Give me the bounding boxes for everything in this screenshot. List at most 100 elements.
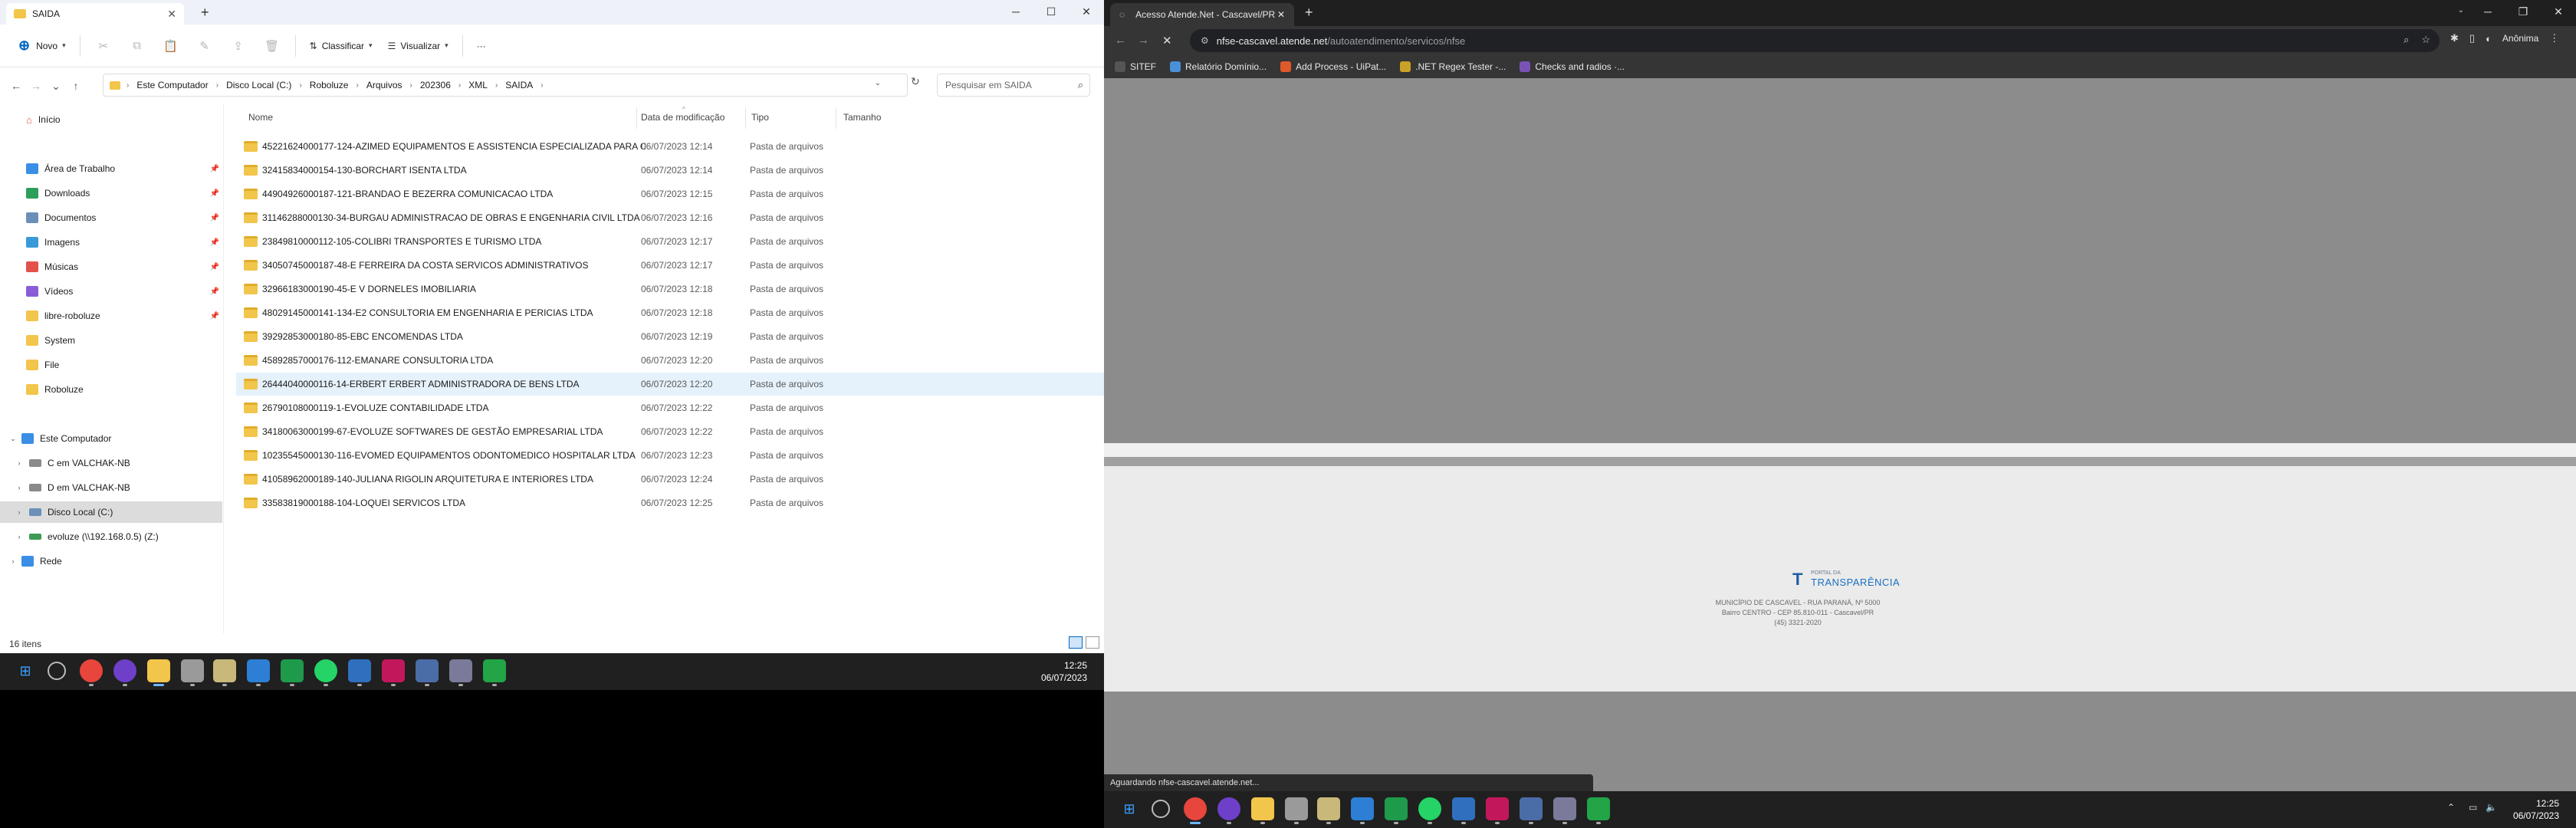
bookmark-item[interactable]: SITEF <box>1115 61 1156 72</box>
bookmark-item[interactable]: Add Process - UiPat... <box>1280 61 1386 72</box>
terminal-icon[interactable] <box>1587 797 1610 824</box>
file-row[interactable]: 34050745000187-48-E FERREIRA DA COSTA SE… <box>236 254 1127 277</box>
file-row[interactable]: 32966183000190-45-E V DORNELES IMOBILIAR… <box>236 278 1127 301</box>
file-row[interactable]: 23849810000112-105-COLIBRI TRANSPORTES E… <box>236 230 1127 253</box>
breadcrumb-arquivos[interactable]: Arquivos <box>366 80 402 90</box>
tool-icon[interactable] <box>1553 797 1576 824</box>
file-row[interactable]: 48029145000141-134-E2 CONSULTORIA EM ENG… <box>236 301 1127 324</box>
sidebar-item-quick-access[interactable]: Downloads 📌 <box>0 182 222 204</box>
chevron-down-icon[interactable]: ⌄ <box>8 435 18 443</box>
file-row[interactable]: 34180063000199-67-EVOLUZE SOFTWARES DE G… <box>236 420 1127 443</box>
pin-icon[interactable]: 📌 <box>210 214 219 222</box>
pin-icon[interactable]: 📌 <box>210 238 219 247</box>
terminal-icon[interactable] <box>483 659 506 686</box>
volume-icon[interactable]: 🔈 <box>2486 802 2497 813</box>
chevron-down-icon[interactable]: ⌄ <box>875 79 881 87</box>
pin-icon[interactable]: 📌 <box>210 189 219 198</box>
profile-label[interactable]: Anônima <box>2502 33 2538 44</box>
transparency-portal-logo[interactable]: T PORTAL DA TRANSPARÊNCIA <box>1792 570 1900 589</box>
tiles-view-button[interactable] <box>1086 636 1099 649</box>
file-row[interactable]: 41058962000189-140-JULIANA RIGOLIN ARQUI… <box>236 468 1127 491</box>
rename-icon[interactable]: ✎ <box>188 32 222 60</box>
delete-icon[interactable]: 🗑 <box>255 32 289 60</box>
bookmark-star-icon[interactable]: ☆ <box>2421 34 2430 46</box>
breadcrumb-roboluze[interactable]: Roboluze <box>310 80 349 90</box>
sidebar-item-quick-access[interactable]: Documentos 📌 <box>0 207 222 228</box>
pin-icon[interactable]: 📌 <box>210 288 219 296</box>
menu-icon[interactable]: ⋮ <box>2549 32 2559 44</box>
close-tab-icon[interactable]: ✕ <box>167 8 176 21</box>
file-explorer-icon[interactable] <box>1251 797 1274 824</box>
breadcrumb-this-pc[interactable]: Este Computador <box>136 80 208 90</box>
document-icon[interactable] <box>213 659 236 686</box>
breadcrumb-saida[interactable]: SAIDA <box>505 80 533 90</box>
chrome-tab[interactable]: ◌ Acesso Atende.Net - Cascavel/PR ✕ <box>1110 3 1294 26</box>
file-row[interactable]: 32415834000154-130-BORCHART ISENTA LTDA 0… <box>236 159 1127 182</box>
chevron-right-icon[interactable]: › <box>8 557 18 565</box>
github-icon[interactable] <box>113 659 136 686</box>
network-tray-icon[interactable]: ▭ <box>2469 802 2477 813</box>
breadcrumb-disk[interactable]: Disco Local (C:) <box>226 80 291 90</box>
search-circle-icon[interactable] <box>48 662 66 680</box>
close-window-button[interactable]: ✕ <box>2541 0 2576 23</box>
pin-icon[interactable]: 📌 <box>210 312 219 320</box>
recent-chevron-icon[interactable]: ⌄ <box>46 80 66 93</box>
sidebar-item-this-pc[interactable]: ⌄ Este Computador <box>0 428 222 449</box>
onenote-icon[interactable] <box>382 659 405 686</box>
breadcrumb-xml[interactable]: XML <box>468 80 488 90</box>
chevron-right-icon[interactable]: › <box>14 484 25 491</box>
sidebar-item-local-disk[interactable]: › Disco Local (C:) <box>0 501 222 523</box>
notepad-icon[interactable] <box>181 659 204 686</box>
breadcrumb-202306[interactable]: 202306 <box>420 80 451 90</box>
sidebar-item-quick-access[interactable]: System <box>0 330 222 351</box>
sidebar-item-quick-access[interactable]: libre-roboluze 📌 <box>0 305 222 327</box>
chrome-icon[interactable] <box>1184 797 1207 824</box>
address-bar[interactable]: ⚙ nfse-cascavel.atende.net /autoatendime… <box>1190 29 2440 52</box>
file-row[interactable]: 45221624000177-124-AZIMED EQUIPAMENTOS E… <box>236 135 1127 158</box>
side-panel-icon[interactable]: ▯ <box>2469 32 2475 44</box>
bookmark-item[interactable]: Checks and radios ·... <box>1520 61 1625 72</box>
file-row[interactable]: 26790108000119-1-EVOLUZE CONTABILIDADE L… <box>236 396 1127 419</box>
site-info-icon[interactable]: ⚙ <box>1201 35 1209 46</box>
sidebar-item-quick-access[interactable]: Vídeos 📌 <box>0 281 222 302</box>
search-input[interactable]: Pesquisar em SAIDA ⌕ <box>937 74 1090 97</box>
details-view-button[interactable] <box>1069 636 1083 649</box>
tool-icon[interactable] <box>449 659 472 686</box>
file-row[interactable]: 33583819000188-104-LOQUEI SERVICOS LTDA 0… <box>236 491 1127 514</box>
chevron-right-icon[interactable]: › <box>14 508 25 516</box>
back-arrow-icon[interactable]: ← <box>1115 34 1126 47</box>
explorer-tab[interactable]: SAIDA ✕ <box>6 3 184 25</box>
sidebar-item-quick-access[interactable]: Músicas 📌 <box>0 256 222 278</box>
pin-icon[interactable]: 📌 <box>210 263 219 271</box>
chevron-right-icon[interactable]: › <box>14 533 25 540</box>
view-button[interactable]: ☰ Visualizar ▾ <box>380 32 456 60</box>
new-tab-button[interactable]: + <box>201 5 209 21</box>
whatsapp-icon[interactable] <box>1418 797 1441 824</box>
maximize-button[interactable]: ❐ <box>2505 0 2541 23</box>
stop-loading-icon[interactable]: ✕ <box>1162 34 1172 48</box>
sidebar-item-home[interactable]: ⌂ Início <box>0 109 222 130</box>
cut-icon[interactable]: ✂ <box>87 32 120 60</box>
github-icon[interactable] <box>1217 797 1240 824</box>
column-header-size[interactable]: Tamanho <box>843 112 881 123</box>
column-header-name[interactable]: Nome <box>248 112 273 123</box>
up-arrow-icon[interactable]: ↑ <box>66 80 86 92</box>
whatsapp-icon[interactable] <box>314 659 337 686</box>
notepad-icon[interactable] <box>1285 797 1308 824</box>
document-icon[interactable] <box>1317 797 1340 824</box>
extensions-icon[interactable]: ✱ <box>2450 32 2459 44</box>
close-window-button[interactable]: ✕ <box>1069 0 1104 23</box>
app-icon[interactable] <box>1351 797 1374 824</box>
bookmark-item[interactable]: Relatório Domínio... <box>1170 61 1267 72</box>
file-row[interactable]: 31146288000130-34-BURGAU ADMINISTRACAO D… <box>236 206 1127 229</box>
tab-search-icon[interactable]: ⌄ <box>2458 6 2464 15</box>
taskbar-clock[interactable]: 12:25 06/07/2023 <box>1041 659 1087 684</box>
minimize-button[interactable]: ─ <box>998 0 1033 23</box>
file-row[interactable]: 10235545000130-116-EVOMED EQUIPAMENTOS O… <box>236 444 1127 467</box>
bookmark-item[interactable]: .NET Regex Tester -... <box>1400 61 1506 72</box>
forward-arrow-icon[interactable]: → <box>1138 34 1149 47</box>
new-button[interactable]: ⊕ Novo ▾ <box>11 32 74 60</box>
column-header-date[interactable]: Data de modificação <box>641 112 724 123</box>
column-header-type[interactable]: Tipo <box>751 112 769 123</box>
file-explorer-icon[interactable] <box>147 659 170 686</box>
